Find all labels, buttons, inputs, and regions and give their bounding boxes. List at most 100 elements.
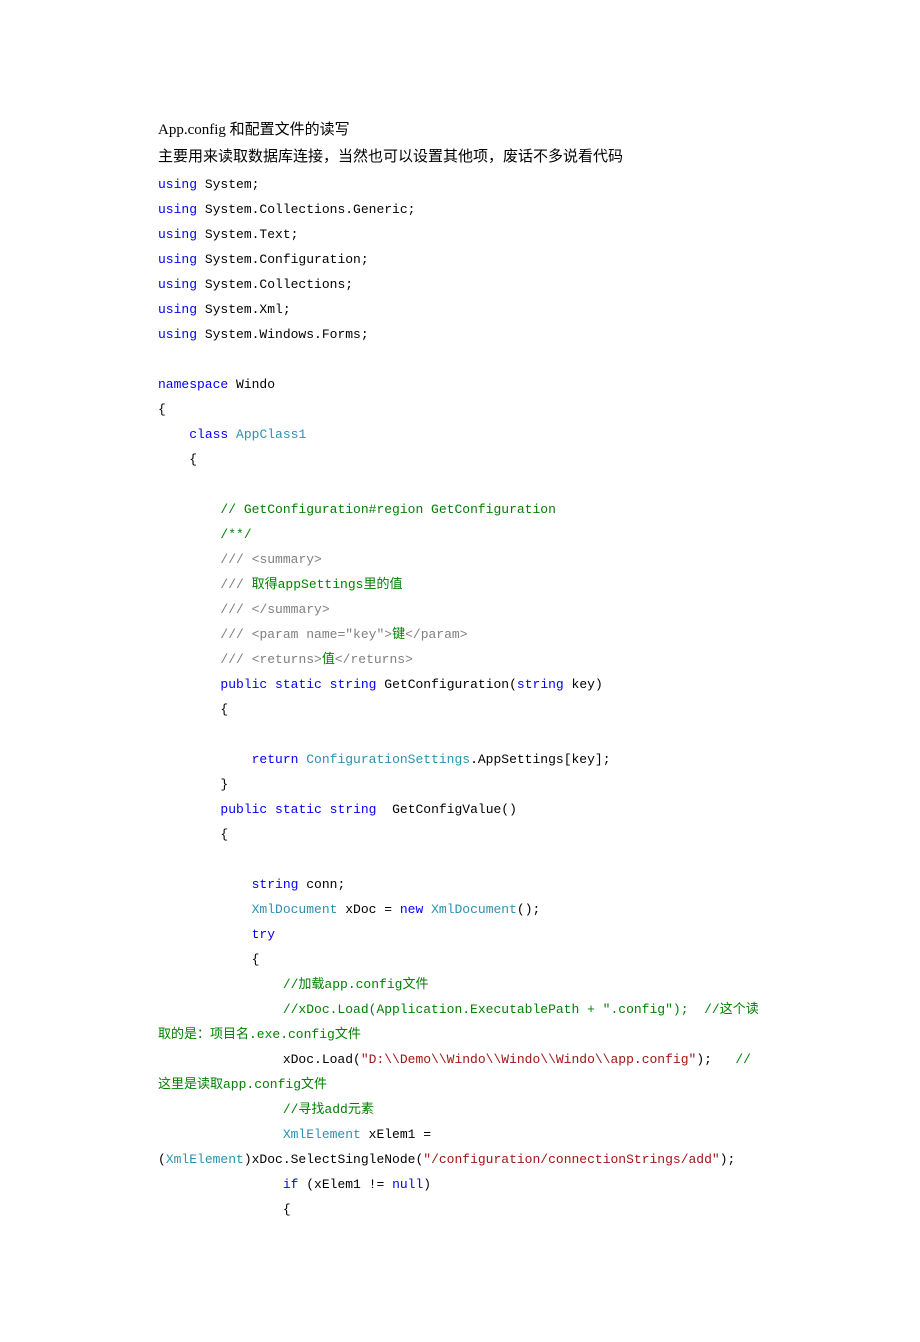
keyword: string xyxy=(517,677,564,692)
code-text: System.Collections; xyxy=(197,277,353,292)
code-text: xDoc.Load( xyxy=(158,1052,361,1067)
code-text xyxy=(158,1002,283,1017)
xml-comment: /// xyxy=(220,602,251,617)
keyword: string xyxy=(252,877,299,892)
keyword: string xyxy=(330,802,377,817)
keyword: null xyxy=(392,1177,423,1192)
code-text xyxy=(158,977,283,992)
code-text: Windo xyxy=(228,377,275,392)
code-text xyxy=(158,527,220,542)
code-text xyxy=(158,627,220,642)
keyword: using xyxy=(158,177,197,192)
keyword: using xyxy=(158,327,197,342)
string: "D:\\Demo\\Windo\\Windo\\Windo\\app.conf… xyxy=(361,1052,696,1067)
document-title: App.config 和配置文件的读写 xyxy=(158,118,762,143)
code-text xyxy=(158,502,220,517)
keyword: static xyxy=(275,677,322,692)
comment: // GetConfiguration#region GetConfigurat… xyxy=(220,502,555,517)
type: XmlDocument xyxy=(252,902,338,917)
code-text: (); xyxy=(517,902,540,917)
code-block: if (xElem1 != null) { xyxy=(158,1172,762,1222)
keyword: using xyxy=(158,302,197,317)
type: XmlElement xyxy=(166,1152,244,1167)
comment: 键 xyxy=(392,627,405,642)
comment: /**/ xyxy=(220,527,251,542)
type: ConfigurationSettings xyxy=(306,752,470,767)
code-text xyxy=(322,802,330,817)
code-text xyxy=(322,677,330,692)
code-text: xDoc = xyxy=(337,902,399,917)
code-text: (xElem1 != xyxy=(298,1177,392,1192)
xml-comment: /// xyxy=(220,552,251,567)
code-text xyxy=(158,552,220,567)
code-text xyxy=(158,677,220,692)
code-text: { xyxy=(158,1202,291,1217)
keyword: string xyxy=(330,677,377,692)
code-text: .AppSettings[key]; xyxy=(470,752,610,767)
xml-comment: </returns> xyxy=(335,652,413,667)
code-text: System.Configuration; xyxy=(197,252,369,267)
code-text: { xyxy=(158,827,228,842)
keyword: new xyxy=(400,902,423,917)
code-text xyxy=(158,1127,283,1142)
code-text: GetConfiguration( xyxy=(376,677,516,692)
code-block: //xDoc.Load(Application.ExecutablePath +… xyxy=(158,997,762,1172)
comment: 取得appSettings里的值 xyxy=(244,577,403,592)
keyword: if xyxy=(283,1177,299,1192)
keyword: return xyxy=(252,752,299,767)
code-text: conn; xyxy=(298,877,345,892)
comment: 值 xyxy=(322,652,335,667)
code-text xyxy=(158,1102,283,1117)
document-description: 主要用来读取数据库连接，当然也可以设置其他项，废话不多说看代码 xyxy=(158,145,762,170)
type: XmlDocument xyxy=(431,902,517,917)
comment: //加载app.config文件 xyxy=(283,977,429,992)
xml-comment: <returns> xyxy=(252,652,322,667)
code-text: System.Text; xyxy=(197,227,298,242)
code-text xyxy=(158,652,220,667)
code-text: ) xyxy=(423,1177,431,1192)
code-text xyxy=(158,427,189,442)
code-text: { xyxy=(158,702,228,717)
xml-comment: <summary> xyxy=(252,552,322,567)
code-text xyxy=(267,802,275,817)
code-text xyxy=(267,677,275,692)
code-text xyxy=(158,1177,283,1192)
keyword: public xyxy=(220,802,267,817)
xml-comment: </param> xyxy=(405,627,467,642)
code-text: { xyxy=(158,952,259,967)
xml-comment: <param name="key"> xyxy=(252,627,392,642)
code-text: System.Xml; xyxy=(197,302,291,317)
keyword: using xyxy=(158,252,197,267)
code-text: System; xyxy=(197,177,259,192)
keyword: using xyxy=(158,277,197,292)
string: "/configuration/connectionStrings/add" xyxy=(423,1152,719,1167)
keyword: using xyxy=(158,202,197,217)
code-text xyxy=(423,902,431,917)
code-text xyxy=(158,927,252,942)
code-text: ); xyxy=(720,1152,736,1167)
code-text: GetConfigValue() xyxy=(376,802,516,817)
type: XmlElement xyxy=(283,1127,361,1142)
code-text: )xDoc.SelectSingleNode( xyxy=(244,1152,423,1167)
xml-comment: /// xyxy=(220,652,251,667)
code-text: System.Windows.Forms; xyxy=(197,327,369,342)
code-text: { xyxy=(158,402,166,417)
keyword: try xyxy=(252,927,275,942)
code-text xyxy=(158,802,220,817)
code-block: using System; using System.Collections.G… xyxy=(158,172,762,997)
keyword: static xyxy=(275,802,322,817)
xml-comment: </summary> xyxy=(252,602,330,617)
comment: //寻找add元素 xyxy=(283,1102,374,1117)
code-text xyxy=(158,902,252,917)
code-text xyxy=(228,427,236,442)
type: AppClass1 xyxy=(236,427,306,442)
code-text xyxy=(158,602,220,617)
code-text: } xyxy=(158,777,228,792)
xml-comment: /// xyxy=(220,577,243,592)
code-text: System.Collections.Generic; xyxy=(197,202,415,217)
document-page: App.config 和配置文件的读写 主要用来读取数据库连接，当然也可以设置其… xyxy=(0,0,920,1342)
xml-comment: /// xyxy=(220,627,251,642)
code-text xyxy=(158,752,252,767)
keyword: namespace xyxy=(158,377,228,392)
code-text: ); xyxy=(696,1052,735,1067)
